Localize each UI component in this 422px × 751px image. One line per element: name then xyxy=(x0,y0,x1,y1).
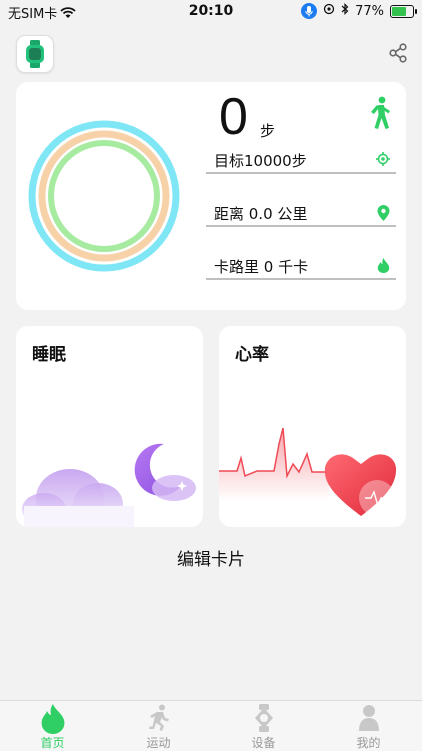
tab-device[interactable]: 设备 xyxy=(211,701,316,751)
tab-sport-label: 运动 xyxy=(146,736,171,750)
goal-row: 目标10000步 xyxy=(206,148,396,174)
watch-icon xyxy=(26,40,44,68)
activity-card[interactable]: 0 步 目标10000步 距离 0.0 公里 卡路里 0 千卡 xyxy=(16,82,406,310)
location-lock-icon xyxy=(323,3,335,19)
calories-row: 卡路里 0 千卡 xyxy=(206,254,396,280)
location-pin-icon xyxy=(377,205,390,225)
edit-cards-button[interactable]: 编辑卡片 xyxy=(0,545,422,570)
tab-device-label: 设备 xyxy=(251,736,276,750)
share-icon[interactable] xyxy=(388,43,408,67)
steps-unit: 步 xyxy=(260,122,276,140)
tab-profile[interactable]: 我的 xyxy=(316,701,421,751)
distance-label: 距离 0.0 公里 xyxy=(214,205,308,223)
steps-value: 0 xyxy=(219,88,248,146)
walking-icon xyxy=(368,96,394,134)
calories-label: 卡路里 0 千卡 xyxy=(214,258,309,276)
flame-icon xyxy=(377,258,390,277)
microphone-icon xyxy=(301,3,318,19)
tab-home[interactable]: 首页 xyxy=(0,701,105,751)
person-icon xyxy=(316,704,421,732)
sleep-illustration xyxy=(22,443,196,527)
watch-icon xyxy=(211,704,316,732)
tab-home-label: 首页 xyxy=(40,736,65,750)
activity-rings xyxy=(28,120,180,272)
runner-icon xyxy=(106,704,211,732)
heart-rate-card[interactable]: 心率 xyxy=(219,326,406,527)
battery-percent: 77% xyxy=(355,3,384,19)
flame-icon xyxy=(0,704,105,734)
tab-bar: 首页 运动 设备 我的 xyxy=(0,700,422,751)
battery-icon xyxy=(390,4,417,18)
status-bar: 无SIM卡 20:10 77% xyxy=(0,0,422,24)
distance-row: 距离 0.0 公里 xyxy=(206,201,396,227)
tab-profile-label: 我的 xyxy=(356,736,381,750)
bluetooth-icon xyxy=(341,3,349,19)
sleep-card[interactable]: 睡眠 xyxy=(16,326,203,527)
heart-rate-illustration xyxy=(219,427,397,516)
tab-sport[interactable]: 运动 xyxy=(106,701,211,751)
target-icon xyxy=(376,152,390,170)
device-watch-button[interactable] xyxy=(16,35,54,73)
goal-label: 目标10000步 xyxy=(214,152,307,170)
